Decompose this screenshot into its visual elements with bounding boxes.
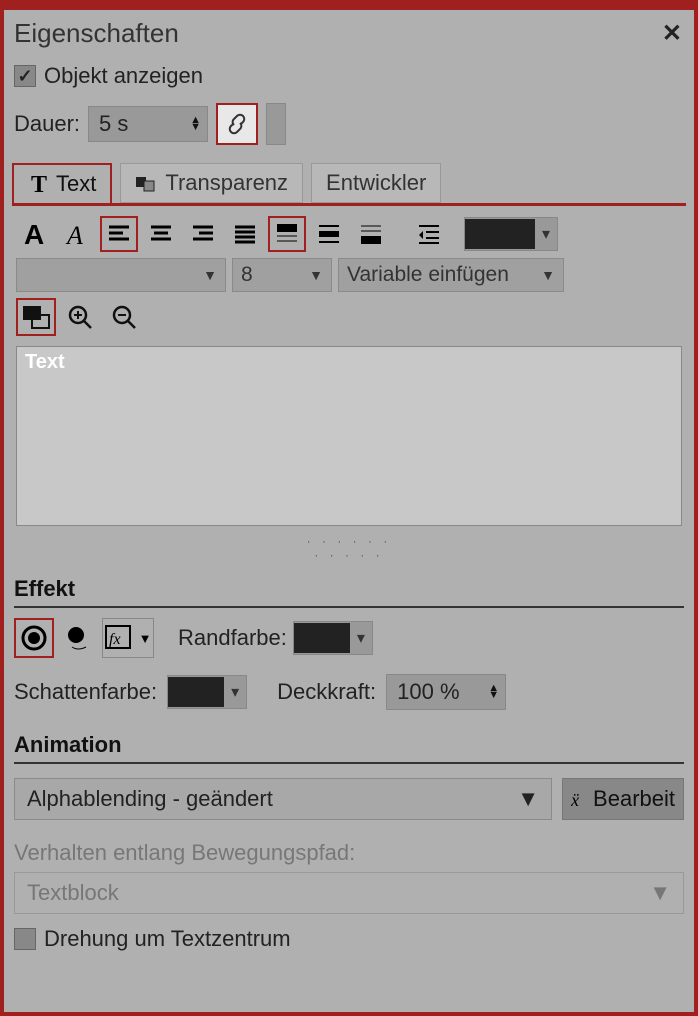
show-object-checkbox[interactable]: ✓	[14, 65, 36, 87]
spinner-arrows-icon[interactable]: ▲▼	[190, 117, 201, 131]
indent-button[interactable]	[410, 216, 448, 252]
shadow-color-swatch	[168, 677, 224, 707]
animation-type-value: Alphablending - geändert	[27, 786, 273, 812]
edit-animation-label: Bearbeit	[593, 786, 675, 812]
svg-text:fx: fx	[109, 631, 121, 648]
opacity-label: Deckkraft:	[277, 679, 376, 705]
spinner-arrows-icon[interactable]: ▲▼	[488, 685, 499, 699]
svg-text:A: A	[65, 221, 83, 248]
tab-bar: T Text Transparenz Entwickler	[12, 163, 686, 206]
chevron-down-icon[interactable]: ▾	[350, 628, 372, 648]
text-content-area[interactable]: Text	[16, 346, 682, 526]
valign-middle-button[interactable]	[310, 216, 348, 252]
shadow-color-picker[interactable]: ▾	[167, 675, 247, 709]
svg-text:A: A	[24, 220, 44, 248]
insert-variable-dropdown[interactable]: Variable einfügen▼	[338, 258, 564, 292]
text-color-swatch	[465, 219, 535, 249]
motion-path-value: Textblock	[27, 880, 119, 906]
text-icon: T	[28, 173, 50, 195]
effect-outline-button[interactable]	[14, 618, 54, 658]
panel-title: Eigenschaften	[14, 18, 179, 49]
border-color-swatch	[294, 623, 350, 653]
font-family-dropdown[interactable]: ▼	[16, 258, 226, 292]
resize-grip-icon[interactable]: · · · · · ·· · · · ·	[12, 534, 686, 562]
duration-spinner[interactable]: 5 s ▲▼	[88, 106, 208, 142]
duration-label: Dauer:	[14, 111, 80, 137]
effect-section-title: Effekt	[14, 576, 684, 608]
text-format-toolbar: A A ▾	[16, 216, 682, 252]
insert-variable-label: Variable einfügen	[347, 263, 509, 287]
window-titlebar	[0, 0, 698, 10]
text-color-picker[interactable]: ▾	[464, 217, 558, 251]
zoom-out-button[interactable]	[104, 298, 144, 336]
tab-transparency[interactable]: Transparenz	[120, 163, 303, 203]
link-dropdown[interactable]	[266, 103, 286, 145]
italic-button[interactable]: A	[58, 216, 96, 252]
align-center-button[interactable]	[142, 216, 180, 252]
rotate-center-label: Drehung um Textzentrum	[44, 926, 291, 952]
rotate-center-checkbox[interactable]	[14, 928, 36, 950]
tab-transparency-label: Transparenz	[165, 170, 288, 196]
transparency-icon	[135, 173, 159, 193]
window-fit-button[interactable]	[16, 298, 56, 336]
bold-button[interactable]: A	[16, 216, 54, 252]
svg-text:ẍ: ẍ	[571, 790, 579, 810]
tab-text[interactable]: T Text	[12, 163, 112, 203]
properties-panel: Eigenschaften ✕ ✓ Objekt anzeigen Dauer:…	[4, 10, 694, 1012]
font-size-dropdown[interactable]: 8▼	[232, 258, 332, 292]
motion-path-label: Verhalten entlang Bewegungspfad:	[14, 840, 355, 866]
animation-section-title: Animation	[14, 732, 684, 764]
link-button[interactable]	[216, 103, 258, 145]
edit-animation-button[interactable]: ẍ Bearbeit	[562, 778, 684, 820]
border-color-picker[interactable]: ▾	[293, 621, 373, 655]
chevron-down-icon[interactable]: ▾	[224, 682, 246, 702]
border-color-label: Randfarbe:	[178, 625, 287, 651]
valign-top-button[interactable]	[268, 216, 306, 252]
zoom-in-button[interactable]	[60, 298, 100, 336]
align-left-button[interactable]	[100, 216, 138, 252]
tab-developer[interactable]: Entwickler	[311, 163, 441, 203]
tab-developer-label: Entwickler	[326, 170, 426, 196]
fx-icon: ẍ	[571, 788, 589, 810]
effect-fx-dropdown[interactable]: fx ▼	[102, 618, 154, 658]
valign-bottom-button[interactable]	[352, 216, 390, 252]
animation-type-dropdown[interactable]: Alphablending - geändert ▼	[14, 778, 552, 820]
svg-text:T: T	[31, 173, 47, 195]
close-icon[interactable]: ✕	[662, 19, 682, 48]
chevron-down-icon[interactable]: ▾	[535, 224, 557, 244]
shadow-color-label: Schattenfarbe:	[14, 679, 157, 705]
opacity-value: 100 %	[397, 679, 459, 705]
duration-value: 5 s	[99, 111, 128, 137]
effect-shadow-button[interactable]	[60, 618, 96, 658]
align-justify-button[interactable]	[226, 216, 264, 252]
motion-path-dropdown[interactable]: Textblock ▼	[14, 872, 684, 914]
align-right-button[interactable]	[184, 216, 222, 252]
opacity-spinner[interactable]: 100 % ▲▼	[386, 674, 506, 710]
text-placeholder: Text	[25, 351, 65, 373]
show-object-label: Objekt anzeigen	[44, 63, 203, 89]
font-size-value: 8	[241, 263, 253, 287]
tab-text-label: Text	[56, 171, 96, 197]
